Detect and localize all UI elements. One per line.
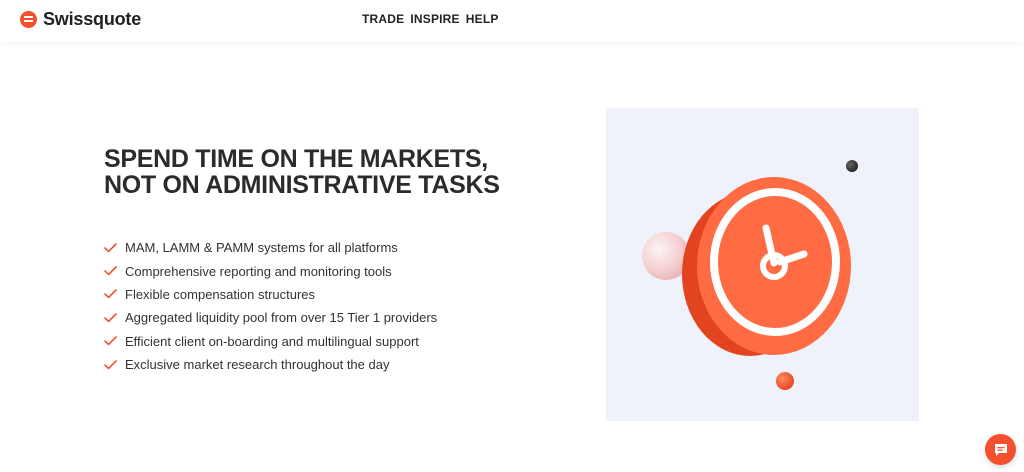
chat-button[interactable] — [985, 434, 1016, 465]
feature-text: Efficient client on-boarding and multili… — [125, 333, 419, 349]
clock-icon — [642, 160, 858, 390]
checkmark-icon — [104, 266, 117, 276]
swissquote-logo-icon — [20, 11, 37, 28]
checkmark-icon — [104, 242, 117, 252]
feature-text: Flexible compensation structures — [125, 286, 316, 302]
nav-trade[interactable]: TRADE — [362, 12, 404, 26]
hero-heading: SPEND TIME ON THE MARKETS, NOT ON ADMINI… — [104, 145, 500, 199]
feature-item: Aggregated liquidity pool from over 15 T… — [104, 306, 437, 329]
feature-list: MAM, LAMM & PAMM systems for all platfor… — [104, 236, 437, 376]
hero-illustration — [606, 108, 919, 421]
feature-text: Exclusive market research throughout the… — [125, 357, 390, 373]
brand-logo-link[interactable]: Swissquote — [20, 9, 141, 30]
nav-inspire[interactable]: INSPIRE — [410, 12, 459, 26]
feature-item: Exclusive market research throughout the… — [104, 353, 437, 376]
feature-item: Comprehensive reporting and monitoring t… — [104, 259, 437, 282]
feature-item: Flexible compensation structures — [104, 283, 437, 306]
feature-item: MAM, LAMM & PAMM systems for all platfor… — [104, 236, 437, 259]
feature-item: Efficient client on-boarding and multili… — [104, 330, 437, 353]
brand-name: Swissquote — [43, 9, 142, 29]
nav-help[interactable]: HELP — [466, 12, 499, 26]
feature-text: MAM, LAMM & PAMM systems for all platfor… — [125, 240, 398, 256]
checkmark-icon — [104, 313, 117, 323]
checkmark-icon — [104, 359, 117, 369]
feature-text: Aggregated liquidity pool from over 15 T… — [125, 310, 438, 326]
checkmark-icon — [104, 289, 117, 299]
feature-text: Comprehensive reporting and monitoring t… — [125, 263, 392, 279]
chat-bubble-icon — [994, 443, 1007, 456]
checkmark-icon — [104, 336, 117, 346]
top-navigation-bar: Swissquote TRADE INSPIRE HELP — [0, 0, 1024, 42]
main-nav: TRADE INSPIRE HELP — [362, 12, 499, 26]
